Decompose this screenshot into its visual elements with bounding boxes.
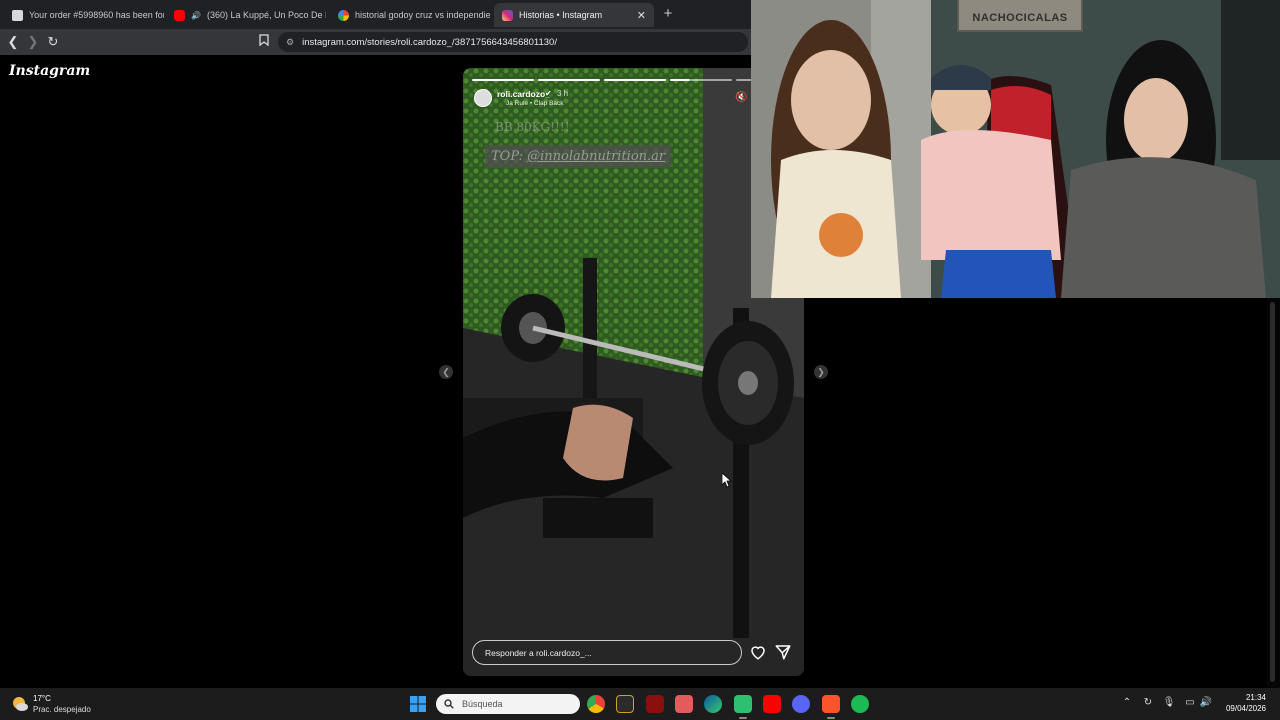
spotify-app-icon[interactable] <box>851 695 869 713</box>
story-progress-segment <box>472 79 534 81</box>
windows-start-icon[interactable] <box>410 696 426 712</box>
tab-label: Your order #5998960 has been forme <box>29 10 164 20</box>
story-progress-segment <box>690 79 732 81</box>
edge-app-icon[interactable] <box>704 695 722 713</box>
story-caption-sponsor: TOP: @innolabnutrition.ar <box>485 145 672 168</box>
bookmark-icon[interactable] <box>255 33 273 51</box>
browser-tab-bar: Your order #5998960 has been forme 🔊 (36… <box>0 0 752 29</box>
site-settings-icon[interactable]: ⚙ <box>286 37 294 48</box>
story-avatar[interactable] <box>474 89 492 107</box>
tab-label: historial godoy cruz vs independient <box>355 10 490 20</box>
tab-label: (360) La Kuppé, Un Poco De Ruid <box>206 10 326 20</box>
search-placeholder: Búsqueda <box>462 699 503 709</box>
brave-app-icon[interactable] <box>822 695 840 719</box>
youtube-favicon-icon <box>174 9 185 21</box>
red-app-icon[interactable] <box>646 695 664 713</box>
file-app-icon[interactable] <box>616 695 634 713</box>
story-progress-segment <box>670 79 690 81</box>
page-scrollbar[interactable] <box>1267 298 1280 688</box>
weather-temperature[interactable]: 17°C <box>33 694 51 703</box>
next-story-arrow-icon[interactable]: ❯ <box>814 365 828 379</box>
previous-story-arrow-icon[interactable]: ❮ <box>439 365 453 379</box>
heart-icon[interactable] <box>749 643 767 661</box>
taskbar-search[interactable]: Búsqueda <box>436 694 580 714</box>
tab-google-search[interactable]: historial godoy cruz vs independient <box>330 3 490 27</box>
microphone-icon[interactable]: 🎙 <box>1162 697 1176 708</box>
calendar-app-icon[interactable] <box>675 695 693 713</box>
volume-icon[interactable]: 🔊 <box>1199 697 1213 708</box>
new-tab-button[interactable]: + <box>660 6 676 22</box>
forward-icon[interactable]: ❯ <box>24 33 42 51</box>
story-caption-top: BB 80KG!!!! <box>495 120 570 134</box>
speaker-icon: 🔊 <box>191 10 201 20</box>
tab-order[interactable]: Your order #5998960 has been forme <box>4 3 164 27</box>
mouse-cursor-icon <box>722 473 732 487</box>
story-progress-segment <box>538 79 600 81</box>
story-time: 3 h <box>557 89 569 98</box>
instagram-logo[interactable]: Instagram <box>9 63 90 79</box>
muted-speaker-icon[interactable]: 🔇 <box>735 92 747 103</box>
browser-toolbar: ❮ ❯ ↻ ⚙ instagram.com/stories/roli.cardo… <box>0 29 752 55</box>
webcam-video-image <box>751 0 1280 298</box>
instagram-favicon-icon <box>502 9 513 21</box>
sync-icon[interactable]: ↻ <box>1141 697 1155 708</box>
story-music[interactable]: Ja Rule • Clap Back <box>506 100 564 107</box>
clock-time[interactable]: 21:34 <box>1226 693 1266 702</box>
chevron-up-icon[interactable]: ⌃ <box>1120 697 1134 708</box>
address-bar[interactable]: ⚙ instagram.com/stories/roli.cardozo_/38… <box>278 32 748 52</box>
weather-description[interactable]: Prac. despejado <box>33 705 91 714</box>
search-icon <box>444 699 454 709</box>
back-icon[interactable]: ❮ <box>4 33 22 51</box>
discord-app-icon[interactable] <box>792 695 810 713</box>
close-tab-icon[interactable]: ✕ <box>637 9 646 22</box>
story-progress-segment <box>604 79 666 81</box>
verified-badge-icon: ✔ <box>545 89 552 98</box>
taskbar: 17°C Prac. despejado Búsqueda ⌃ ↻ 🎙 ▭ 🔊 … <box>0 688 1280 720</box>
display-icon[interactable]: ▭ <box>1183 697 1197 708</box>
youtube-app-icon[interactable] <box>763 695 781 713</box>
stream-app-icon[interactable] <box>734 695 752 719</box>
reply-input[interactable]: Responder a roli.cardozo_... <box>472 640 742 665</box>
webcam-overlay: NACHOCICALAS <box>751 0 1280 298</box>
story-username[interactable]: roli.cardozo_ <box>497 89 550 99</box>
clock-date[interactable]: 09/04/2026 <box>1222 704 1266 713</box>
sponsor-prefix: TOP: <box>491 149 523 164</box>
send-icon[interactable] <box>774 643 792 661</box>
url-text: instagram.com/stories/roli.cardozo_/3871… <box>302 36 557 48</box>
scrollbar-thumb[interactable] <box>1270 302 1275 682</box>
tab-youtube[interactable]: 🔊 (360) La Kuppé, Un Poco De Ruid <box>166 3 326 27</box>
sponsor-handle[interactable]: @innolabnutrition.ar <box>527 149 665 164</box>
tab-label: Historias • Instagram <box>519 10 603 20</box>
store-favicon-icon <box>12 9 23 21</box>
reload-icon[interactable]: ↻ <box>44 33 62 51</box>
chrome-app-icon[interactable] <box>587 695 605 713</box>
studio-sign: NACHOCICALAS <box>957 0 1083 32</box>
weather-moon-cloud-icon[interactable] <box>12 696 28 712</box>
google-favicon-icon <box>338 9 349 21</box>
tab-instagram[interactable]: Historias • Instagram ✕ <box>494 3 654 27</box>
